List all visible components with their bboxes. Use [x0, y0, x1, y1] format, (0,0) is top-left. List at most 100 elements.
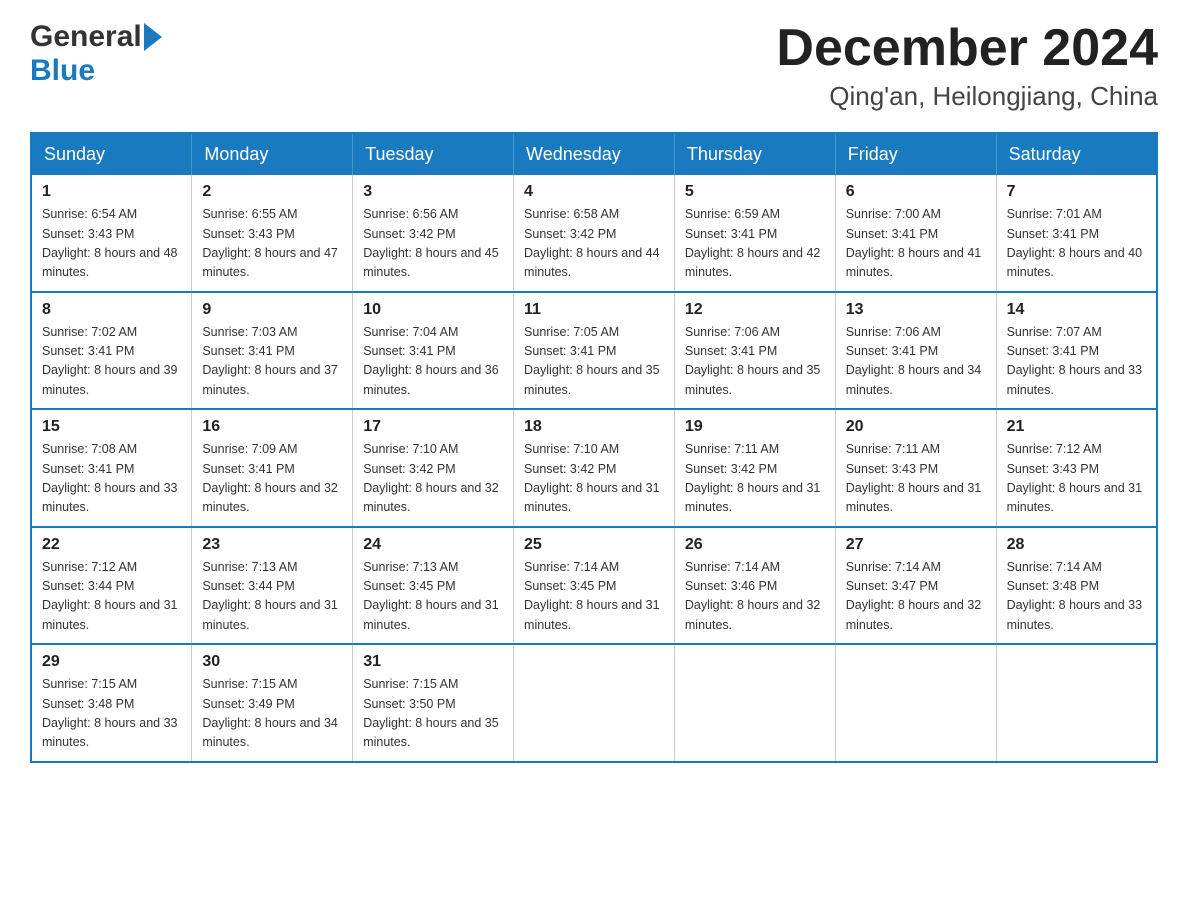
day-info: Sunrise: 7:04 AMSunset: 3:41 PMDaylight:… [363, 323, 503, 401]
day-info: Sunrise: 6:56 AMSunset: 3:42 PMDaylight:… [363, 205, 503, 283]
calendar-cell: 5 Sunrise: 6:59 AMSunset: 3:41 PMDaylight… [674, 175, 835, 292]
calendar-cell: 27 Sunrise: 7:14 AMSunset: 3:47 PMDayligh… [835, 527, 996, 645]
calendar-cell: 17 Sunrise: 7:10 AMSunset: 3:42 PMDayligh… [353, 409, 514, 527]
day-number: 30 [202, 653, 342, 671]
day-number: 13 [846, 301, 986, 319]
day-info: Sunrise: 7:15 AMSunset: 3:48 PMDaylight:… [42, 675, 181, 753]
logo-blue-text: Blue [30, 54, 95, 88]
day-number: 12 [685, 301, 825, 319]
day-info: Sunrise: 7:06 AMSunset: 3:41 PMDaylight:… [846, 323, 986, 401]
calendar-cell: 7 Sunrise: 7:01 AMSunset: 3:41 PMDaylight… [996, 175, 1157, 292]
day-number: 21 [1007, 418, 1146, 436]
logo-general-text: General [30, 20, 142, 54]
header-monday: Monday [192, 133, 353, 175]
calendar-cell: 12Sunrise: 7:06 AMSunset: 3:41 PMDayligh… [674, 292, 835, 410]
day-number: 18 [524, 418, 664, 436]
day-info: Sunrise: 7:13 AMSunset: 3:44 PMDaylight:… [202, 558, 342, 636]
header-wednesday: Wednesday [514, 133, 675, 175]
logo: General Blue [30, 20, 162, 88]
calendar-cell: 16 Sunrise: 7:09 AMSunset: 3:41 PMDayligh… [192, 409, 353, 527]
day-info: Sunrise: 7:14 AMSunset: 3:45 PMDaylight:… [524, 558, 664, 636]
header-row: SundayMondayTuesdayWednesdayThursdayFrid… [31, 133, 1157, 175]
day-number: 1 [42, 183, 181, 201]
calendar-cell: 22Sunrise: 7:12 AMSunset: 3:44 PMDayligh… [31, 527, 192, 645]
calendar-cell: 26Sunrise: 7:14 AMSunset: 3:46 PMDayligh… [674, 527, 835, 645]
day-number: 22 [42, 536, 181, 554]
day-info: Sunrise: 7:09 AMSunset: 3:41 PMDaylight:… [202, 440, 342, 518]
calendar-cell [996, 644, 1157, 762]
day-number: 24 [363, 536, 503, 554]
calendar-cell: 29 Sunrise: 7:15 AMSunset: 3:48 PMDayligh… [31, 644, 192, 762]
calendar-cell: 21 Sunrise: 7:12 AMSunset: 3:43 PMDayligh… [996, 409, 1157, 527]
page-header: General Blue December 2024 Qing'an, Heil… [30, 20, 1158, 112]
week-row-2: 8 Sunrise: 7:02 AMSunset: 3:41 PMDaylight… [31, 292, 1157, 410]
calendar-table: SundayMondayTuesdayWednesdayThursdayFrid… [30, 132, 1158, 763]
day-info: Sunrise: 6:54 AMSunset: 3:43 PMDaylight:… [42, 205, 181, 283]
day-number: 28 [1007, 536, 1146, 554]
day-number: 19 [685, 418, 825, 436]
calendar-cell: 4Sunrise: 6:58 AMSunset: 3:42 PMDaylight… [514, 175, 675, 292]
month-title: December 2024 [776, 20, 1158, 77]
day-info: Sunrise: 7:07 AMSunset: 3:41 PMDaylight:… [1007, 323, 1146, 401]
day-number: 16 [202, 418, 342, 436]
day-info: Sunrise: 7:01 AMSunset: 3:41 PMDaylight:… [1007, 205, 1146, 283]
day-number: 25 [524, 536, 664, 554]
day-info: Sunrise: 7:00 AMSunset: 3:41 PMDaylight:… [846, 205, 986, 283]
day-info: Sunrise: 7:08 AMSunset: 3:41 PMDaylight:… [42, 440, 181, 518]
day-number: 20 [846, 418, 986, 436]
title-section: December 2024 Qing'an, Heilongjiang, Chi… [776, 20, 1158, 112]
header-saturday: Saturday [996, 133, 1157, 175]
day-number: 26 [685, 536, 825, 554]
day-info: Sunrise: 7:05 AMSunset: 3:41 PMDaylight:… [524, 323, 664, 401]
week-row-3: 15Sunrise: 7:08 AMSunset: 3:41 PMDayligh… [31, 409, 1157, 527]
day-number: 8 [42, 301, 181, 319]
week-row-1: 1 Sunrise: 6:54 AMSunset: 3:43 PMDaylight… [31, 175, 1157, 292]
header-thursday: Thursday [674, 133, 835, 175]
day-info: Sunrise: 7:15 AMSunset: 3:49 PMDaylight:… [202, 675, 342, 753]
day-info: Sunrise: 7:03 AMSunset: 3:41 PMDaylight:… [202, 323, 342, 401]
calendar-cell: 10 Sunrise: 7:04 AMSunset: 3:41 PMDayligh… [353, 292, 514, 410]
header-friday: Friday [835, 133, 996, 175]
day-number: 5 [685, 183, 825, 201]
calendar-cell: 2Sunrise: 6:55 AMSunset: 3:43 PMDaylight… [192, 175, 353, 292]
location-title: Qing'an, Heilongjiang, China [776, 81, 1158, 112]
day-number: 6 [846, 183, 986, 201]
day-number: 7 [1007, 183, 1146, 201]
day-number: 31 [363, 653, 503, 671]
day-info: Sunrise: 7:02 AMSunset: 3:41 PMDaylight:… [42, 323, 181, 401]
day-info: Sunrise: 7:15 AMSunset: 3:50 PMDaylight:… [363, 675, 503, 753]
calendar-cell: 31 Sunrise: 7:15 AMSunset: 3:50 PMDayligh… [353, 644, 514, 762]
day-info: Sunrise: 7:12 AMSunset: 3:43 PMDaylight:… [1007, 440, 1146, 518]
day-info: Sunrise: 7:11 AMSunset: 3:43 PMDaylight:… [846, 440, 986, 518]
day-number: 27 [846, 536, 986, 554]
day-number: 17 [363, 418, 503, 436]
calendar-cell [674, 644, 835, 762]
calendar-cell: 25 Sunrise: 7:14 AMSunset: 3:45 PMDayligh… [514, 527, 675, 645]
day-info: Sunrise: 7:14 AMSunset: 3:48 PMDaylight:… [1007, 558, 1146, 636]
day-info: Sunrise: 7:10 AMSunset: 3:42 PMDaylight:… [524, 440, 664, 518]
day-info: Sunrise: 6:59 AMSunset: 3:41 PMDaylight:… [685, 205, 825, 283]
week-row-5: 29 Sunrise: 7:15 AMSunset: 3:48 PMDayligh… [31, 644, 1157, 762]
calendar-cell [835, 644, 996, 762]
calendar-cell: 18 Sunrise: 7:10 AMSunset: 3:42 PMDayligh… [514, 409, 675, 527]
calendar-cell: 3Sunrise: 6:56 AMSunset: 3:42 PMDaylight… [353, 175, 514, 292]
calendar-cell: 20 Sunrise: 7:11 AMSunset: 3:43 PMDayligh… [835, 409, 996, 527]
day-info: Sunrise: 7:14 AMSunset: 3:47 PMDaylight:… [846, 558, 986, 636]
calendar-cell: 13 Sunrise: 7:06 AMSunset: 3:41 PMDayligh… [835, 292, 996, 410]
day-info: Sunrise: 7:10 AMSunset: 3:42 PMDaylight:… [363, 440, 503, 518]
day-info: Sunrise: 7:11 AMSunset: 3:42 PMDaylight:… [685, 440, 825, 518]
header-tuesday: Tuesday [353, 133, 514, 175]
calendar-cell: 11Sunrise: 7:05 AMSunset: 3:41 PMDayligh… [514, 292, 675, 410]
day-number: 10 [363, 301, 503, 319]
calendar-cell: 6 Sunrise: 7:00 AMSunset: 3:41 PMDaylight… [835, 175, 996, 292]
calendar-cell: 24 Sunrise: 7:13 AMSunset: 3:45 PMDayligh… [353, 527, 514, 645]
day-number: 29 [42, 653, 181, 671]
calendar-cell: 15Sunrise: 7:08 AMSunset: 3:41 PMDayligh… [31, 409, 192, 527]
logo-arrow-icon [144, 23, 162, 51]
day-info: Sunrise: 7:13 AMSunset: 3:45 PMDaylight:… [363, 558, 503, 636]
calendar-cell: 9Sunrise: 7:03 AMSunset: 3:41 PMDaylight… [192, 292, 353, 410]
calendar-cell: 30 Sunrise: 7:15 AMSunset: 3:49 PMDayligh… [192, 644, 353, 762]
day-number: 14 [1007, 301, 1146, 319]
header-sunday: Sunday [31, 133, 192, 175]
calendar-cell: 23Sunrise: 7:13 AMSunset: 3:44 PMDayligh… [192, 527, 353, 645]
